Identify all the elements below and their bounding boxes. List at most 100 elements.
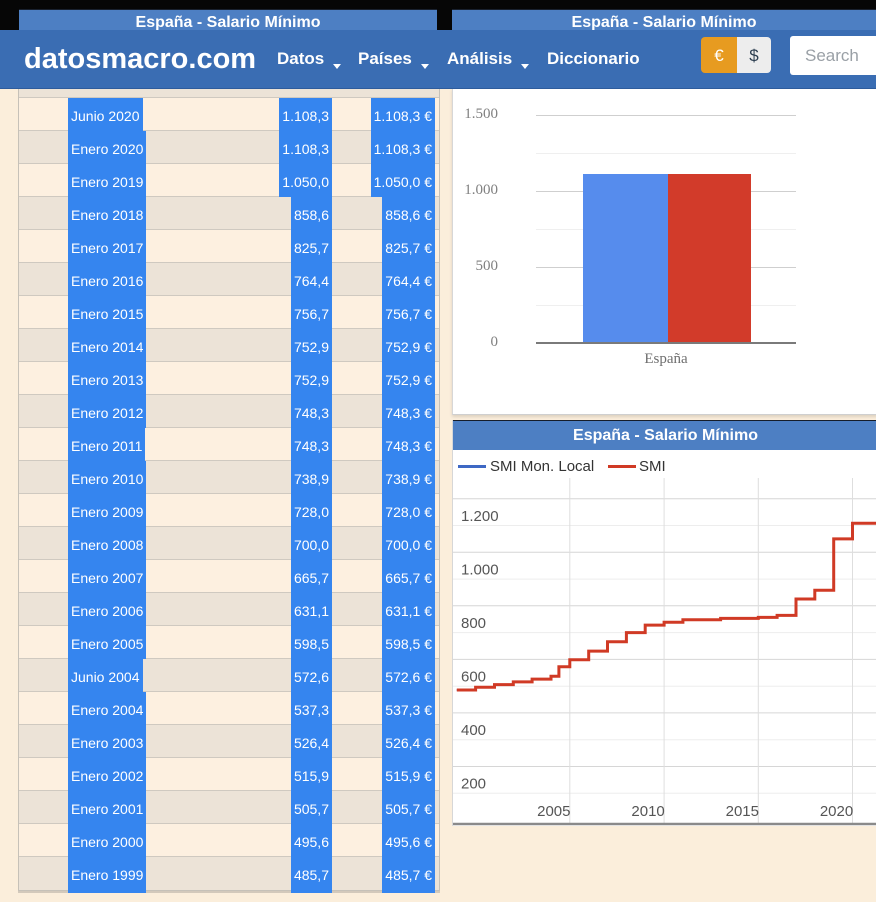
bar-chart-card: 0 500 1.000 1.500 España (452, 88, 876, 415)
value-local: 764,4 (290, 263, 332, 299)
date-link[interactable]: Enero 2009 (68, 494, 147, 530)
top-navigation-bar: datosmacro.com Datos Países Análisis Dic… (0, 30, 876, 89)
line-chart-plot: 200 400 600 800 1.000 1.200 2005 2010 2015 2020 (453, 478, 876, 826)
line-chart-card: España - Salario Mínimo SMI Mon. Local S… (452, 420, 876, 826)
date-link[interactable]: Enero 2017 (68, 230, 147, 266)
value-eur: 665,7 € (382, 560, 435, 596)
date-link[interactable]: Enero 2019 (68, 164, 147, 200)
value-eur: 495,6 € (382, 824, 435, 860)
svg-text:1.000: 1.000 (461, 561, 499, 578)
svg-text:2015: 2015 (726, 803, 759, 820)
value-local: 537,3 (290, 692, 332, 728)
value-eur: 748,3 € (382, 428, 435, 464)
line-chart-title: España - Salario Mínimo (453, 420, 876, 450)
date-link[interactable]: Enero 2003 (68, 725, 147, 761)
date-link[interactable]: Enero 2002 (68, 758, 147, 794)
bar-chart-plot: 0 500 1.000 1.500 España (453, 88, 876, 414)
table-card-titlebar: España - Salario Mínimo (19, 9, 437, 31)
date-link[interactable]: Enero 2006 (68, 593, 147, 629)
value-local: 825,7 (290, 230, 332, 266)
value-local: 495,6 (290, 824, 332, 860)
value-eur: 738,9 € (382, 461, 435, 497)
value-eur: 572,6 € (382, 659, 435, 695)
table-row: Junio 2020 1.108,3 1.108,3 € (19, 98, 439, 134)
euro-currency-button[interactable]: € (701, 37, 737, 73)
value-local: 485,7 (290, 857, 332, 893)
date-link[interactable]: Enero 2012 (68, 395, 147, 431)
site-logo[interactable]: datosmacro.com (24, 30, 256, 88)
value-eur: 752,9 € (382, 362, 435, 398)
legend-swatch-smi (608, 465, 636, 468)
table-card-title: España - Salario Mínimo (135, 14, 321, 31)
value-local: 1.108,3 (279, 131, 332, 167)
date-link[interactable]: Enero 2011 (68, 428, 146, 464)
date-link[interactable]: Enero 2008 (68, 527, 147, 563)
date-link[interactable]: Enero 2014 (68, 329, 147, 365)
value-local: 526,4 (290, 725, 332, 761)
value-local: 748,3 (290, 395, 332, 431)
value-local: 505,7 (290, 791, 332, 827)
date-link[interactable]: Enero 2013 (68, 362, 147, 398)
table-row: Enero 2010 738,9 738,9 € (19, 461, 439, 497)
dollar-currency-button[interactable]: $ (737, 37, 771, 73)
legend-label-smi: SMI (639, 458, 666, 475)
table-row: Enero 2014 752,9 752,9 € (19, 329, 439, 365)
value-eur: 1.108,3 € (370, 131, 435, 167)
salary-table-body: Junio 2020 1.108,3 1.108,3 € Enero 2020 1.10… (19, 98, 439, 893)
date-link[interactable]: Enero 2005 (68, 626, 147, 662)
table-row: Junio 2004 572,6 572,6 € (19, 659, 439, 695)
table-row: Enero 2002 515,9 515,9 € (19, 758, 439, 794)
value-eur: 485,7 € (382, 857, 435, 893)
svg-text:1.200: 1.200 (461, 508, 499, 525)
svg-text:600: 600 (461, 668, 486, 685)
nav-item-datos[interactable]: Datos (277, 30, 342, 88)
value-local: 700,0 (290, 527, 332, 563)
date-link[interactable]: Enero 2016 (68, 263, 147, 299)
date-link[interactable]: Enero 2015 (68, 296, 147, 332)
date-link[interactable]: Enero 2001 (68, 791, 147, 827)
value-eur: 728,0 € (382, 494, 435, 530)
value-eur: 1.050,0 € (370, 164, 435, 200)
bar-y-tick-label: 0 (490, 334, 499, 350)
search-input[interactable] (790, 36, 876, 75)
date-link[interactable]: Enero 2000 (68, 824, 147, 860)
bar-smi (668, 174, 751, 343)
date-link[interactable]: Enero 2007 (68, 560, 147, 596)
value-eur: 700,0 € (382, 527, 435, 563)
table-row: Enero 2011 748,3 748,3 € (19, 428, 439, 464)
value-local: 1.108,3 (279, 98, 332, 134)
svg-text:2010: 2010 (631, 803, 664, 820)
nav-item-analisis[interactable]: Análisis (447, 30, 530, 88)
table-row: Enero 2000 495,6 495,6 € (19, 824, 439, 860)
bar-chart-card-titlebar: España - Salario Mínimo (452, 9, 876, 31)
table-row: Enero 2001 505,7 505,7 € (19, 791, 439, 827)
table-row: Enero 2018 858,6 858,6 € (19, 197, 439, 233)
value-local: 858,6 (290, 197, 332, 233)
value-local: 752,9 (290, 329, 332, 365)
salary-table: Junio 2020 1.108,3 1.108,3 € Enero 2020 1.10… (18, 88, 440, 893)
value-local: 598,5 (290, 626, 332, 662)
value-local: 515,9 (290, 758, 332, 794)
bar-x-category-label: España (644, 351, 688, 367)
value-eur: 756,7 € (382, 296, 435, 332)
date-link[interactable]: Enero 2010 (68, 461, 147, 497)
nav-item-paises[interactable]: Países (358, 30, 429, 88)
legend-swatch-smi-local (458, 465, 486, 468)
value-eur: 526,4 € (382, 725, 435, 761)
date-link[interactable]: Enero 2018 (68, 197, 147, 233)
table-row: Enero 2012 748,3 748,3 € (19, 395, 439, 431)
bar-chart-card-title: España - Salario Mínimo (571, 14, 757, 31)
table-row: Enero 2013 752,9 752,9 € (19, 362, 439, 398)
date-link[interactable]: Junio 2020 (68, 98, 143, 134)
date-link[interactable]: Enero 2004 (68, 692, 147, 728)
date-link[interactable]: Enero 1999 (68, 857, 147, 893)
table-row: Enero 2019 1.050,0 1.050,0 € (19, 164, 439, 200)
value-eur: 515,9 € (382, 758, 435, 794)
table-row: Enero 2009 728,0 728,0 € (19, 494, 439, 530)
table-row: Enero 2008 700,0 700,0 € (19, 527, 439, 563)
date-link[interactable]: Enero 2020 (68, 131, 147, 167)
date-link[interactable]: Junio 2004 (68, 659, 143, 695)
nav-item-diccionario[interactable]: Diccionario (547, 30, 640, 88)
value-eur: 748,3 € (382, 395, 435, 431)
value-local: 752,9 (290, 362, 332, 398)
